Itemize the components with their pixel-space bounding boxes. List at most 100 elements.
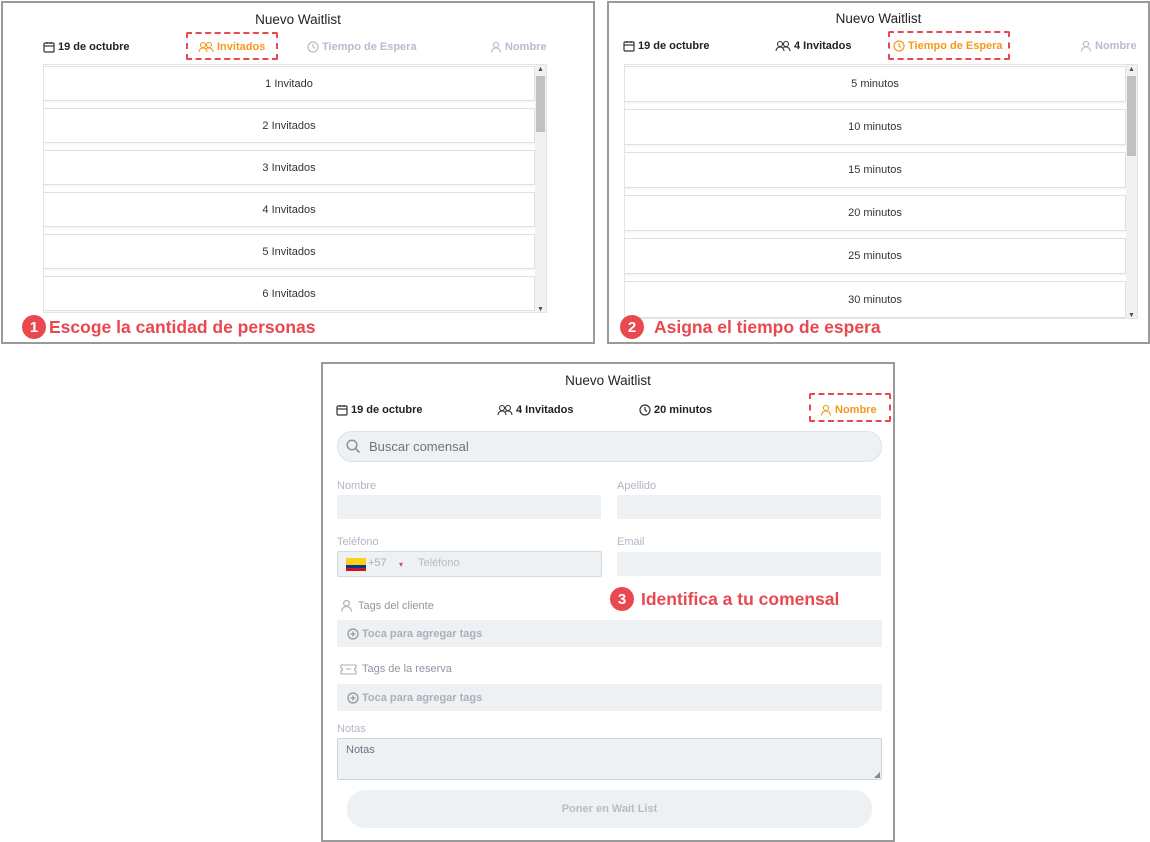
step-annotation: 1 Escoge la cantidad de personas <box>22 315 315 339</box>
resize-handle-icon[interactable]: ◢ <box>874 770 880 779</box>
guests-list[interactable]: 1 Invitado 2 Invitados 3 Invitados 4 Inv… <box>43 64 547 313</box>
tab-guests[interactable]: 4 Invitados <box>775 40 851 52</box>
tab-name[interactable]: Nombre <box>1080 40 1137 52</box>
list-item[interactable]: 4 Invitados <box>44 192 535 227</box>
tab-guests[interactable]: 4 Invitados <box>497 404 573 416</box>
phone-field[interactable]: +57 ▾ Teléfono <box>337 551 602 577</box>
step-annotation: 2 Asigna el tiempo de espera <box>620 315 881 339</box>
step-badge: 3 <box>610 587 634 611</box>
tab-wait-time[interactable]: Tiempo de Espera <box>307 41 417 53</box>
step-badge: 1 <box>22 315 46 339</box>
list-item[interactable]: 6 Invitados <box>44 276 535 311</box>
phone-label: Teléfono <box>337 536 379 548</box>
tab-guests-label: 4 Invitados <box>794 40 852 52</box>
first-name-label: Nombre <box>337 480 377 492</box>
notes-label: Notas <box>337 723 366 735</box>
step-annotation: 3 Identifica a tu comensal <box>610 587 839 611</box>
chevron-down-icon[interactable]: ▾ <box>399 560 403 569</box>
tab-wait-label: Tiempo de Espera <box>322 41 417 53</box>
tab-date-label: 19 de octubre <box>351 404 423 416</box>
scrollbar[interactable]: ▲ ▼ <box>1126 65 1137 318</box>
scroll-down-icon[interactable]: ▼ <box>535 305 546 312</box>
client-tags-hint: Toca para agregar tags <box>362 627 483 640</box>
panel-title: Nuevo Waitlist <box>565 373 651 388</box>
tab-name[interactable]: Nombre <box>490 41 547 53</box>
scroll-thumb[interactable] <box>536 76 545 132</box>
list-item[interactable]: 30 minutos <box>625 281 1126 318</box>
clock-icon <box>893 40 905 52</box>
list-item[interactable]: 5 Invitados <box>44 234 535 269</box>
search-input[interactable]: Buscar comensal <box>337 431 882 462</box>
tab-name-label: Nombre <box>835 404 877 416</box>
users-icon <box>497 404 513 416</box>
plus-circle-icon <box>347 627 359 640</box>
tab-date[interactable]: 19 de octubre <box>623 40 710 52</box>
list-item[interactable]: 10 minutos <box>625 109 1126 145</box>
waitlist-wait-time-panel: Nuevo Waitlist 19 de octubre 4 Invitados… <box>607 1 1150 344</box>
notes-placeholder: Notas <box>346 744 375 756</box>
step-text: Escoge la cantidad de personas <box>49 316 316 337</box>
calendar-icon <box>336 405 348 416</box>
tab-guests-label: 4 Invitados <box>516 404 574 416</box>
client-tags-header: Tags del cliente <box>340 599 434 612</box>
calendar-icon <box>623 41 635 52</box>
tab-name-label: Nombre <box>505 41 547 53</box>
tab-wait-label: 20 minutos <box>654 404 713 416</box>
search-icon <box>346 439 361 454</box>
step-text: Asigna el tiempo de espera <box>654 316 881 337</box>
clock-icon <box>307 41 319 53</box>
step-badge: 2 <box>620 315 644 339</box>
search-placeholder: Buscar comensal <box>369 439 469 454</box>
calendar-icon <box>43 42 55 53</box>
phone-placeholder: Teléfono <box>418 557 460 569</box>
user-icon <box>490 41 502 53</box>
tab-name[interactable]: Nombre <box>820 404 877 416</box>
list-item[interactable]: 25 minutos <box>625 238 1126 274</box>
panel-title: Nuevo Waitlist <box>835 11 922 26</box>
last-name-label: Apellido <box>617 480 657 492</box>
panel-title: Nuevo Waitlist <box>255 12 341 27</box>
tab-wait-time[interactable]: 20 minutos <box>639 404 712 416</box>
scroll-down-icon[interactable]: ▼ <box>1126 311 1137 318</box>
waitlist-guests-panel: Nuevo Waitlist 19 de octubre Invitados T… <box>1 1 595 344</box>
colombia-flag-icon[interactable] <box>346 558 366 571</box>
user-icon <box>341 599 352 612</box>
client-tags-field[interactable]: Toca para agregar tags <box>337 620 882 647</box>
email-field[interactable] <box>617 552 881 576</box>
users-icon <box>198 41 214 53</box>
scrollbar[interactable]: ▲ ▼ <box>535 65 546 312</box>
tab-date-label: 19 de octubre <box>58 41 130 53</box>
reservation-tags-header: Tags de la reserva <box>340 663 452 675</box>
tab-date-label: 19 de octubre <box>638 40 710 52</box>
scroll-up-icon[interactable]: ▲ <box>535 65 546 74</box>
tab-wait-label: Tiempo de Espera <box>908 40 1003 52</box>
first-name-field[interactable] <box>337 495 601 519</box>
phone-code: +57 <box>368 557 387 569</box>
notes-textarea[interactable]: Notas ◢ <box>337 738 882 780</box>
ticket-icon <box>340 664 357 675</box>
add-to-waitlist-button[interactable]: Poner en Wait List <box>347 790 872 828</box>
scroll-up-icon[interactable]: ▲ <box>1126 65 1137 74</box>
tab-wait-time[interactable]: Tiempo de Espera <box>893 40 1003 52</box>
last-name-field[interactable] <box>617 495 881 519</box>
list-item[interactable]: 15 minutos <box>625 152 1126 188</box>
list-item[interactable]: 5 minutos <box>625 66 1126 102</box>
step-text: Identifica a tu comensal <box>641 588 840 609</box>
list-item[interactable]: 3 Invitados <box>44 150 535 185</box>
list-item[interactable]: 1 Invitado <box>44 66 535 101</box>
waitlist-name-panel: Nuevo Waitlist 19 de octubre 4 Invitados… <box>321 362 895 842</box>
wait-time-list[interactable]: 5 minutos 10 minutos 15 minutos 20 minut… <box>624 64 1138 319</box>
tab-date[interactable]: 19 de octubre <box>336 404 423 416</box>
reservation-tags-hint: Toca para agregar tags <box>362 691 483 704</box>
tab-guests-label: Invitados <box>217 41 266 53</box>
client-tags-label: Tags del cliente <box>358 599 434 612</box>
tab-guests[interactable]: Invitados <box>198 41 265 53</box>
reservation-tags-field[interactable]: Toca para agregar tags <box>337 684 882 711</box>
list-item[interactable]: 2 Invitados <box>44 108 535 143</box>
plus-circle-icon <box>347 691 359 704</box>
users-icon <box>775 40 791 52</box>
scroll-thumb[interactable] <box>1127 76 1136 156</box>
list-item[interactable]: 20 minutos <box>625 195 1126 231</box>
clock-icon <box>639 404 651 416</box>
tab-date[interactable]: 19 de octubre <box>43 41 130 53</box>
